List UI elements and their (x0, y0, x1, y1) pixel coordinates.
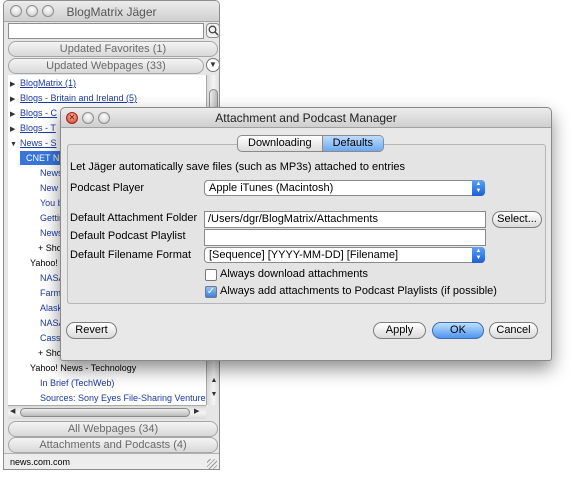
disclosure-triangle-icon[interactable]: ▶ (10, 78, 20, 92)
podcast-manager-dialog: ✕ Attachment and Podcast Manager Downloa… (60, 107, 552, 361)
scroll-left-arrow-icon[interactable]: ◀ (10, 407, 15, 415)
always-add-checkbox[interactable]: ✓ (205, 286, 217, 298)
status-url: news.com.com (10, 457, 71, 467)
status-bar: news.com.com (4, 453, 219, 469)
apply-button[interactable]: Apply (373, 322, 426, 339)
attachment-folder-field[interactable]: /Users/dgr/BlogMatrix/Attachments (204, 211, 486, 228)
tree-horizontal-scrollbar[interactable]: ◀ ▶ (8, 405, 206, 419)
attachment-folder-label: Default Attachment Folder (70, 212, 198, 224)
podcast-player-value: Apple iTunes (Macintosh) (209, 182, 334, 194)
tree-item-yahoo-technology[interactable]: Yahoo! News - Technology (30, 361, 136, 375)
podcast-player-label: Podcast Player (70, 182, 144, 194)
disclosure-triangle-open-icon[interactable]: ▼ (10, 138, 20, 152)
tree-item-news-s[interactable]: ▼ News - S (10, 136, 57, 150)
disclosure-triangle-icon[interactable]: ▶ (10, 108, 20, 122)
popup-arrows-icon: ▲ ▼ (472, 247, 485, 263)
playlist-field[interactable] (204, 229, 486, 246)
ok-button[interactable]: OK (432, 322, 484, 339)
tree-item-blogs-t[interactable]: ▶ Blogs - T (10, 121, 56, 135)
scroll-up-arrow-icon[interactable]: ▲ (209, 377, 219, 384)
playlist-label: Default Podcast Playlist (70, 230, 186, 242)
tree-item-blogs-britain[interactable]: ▶ Blogs - Britain and Ireland (5) (10, 91, 137, 105)
search-icon (208, 25, 219, 36)
tree-item-entry[interactable]: Alask (40, 301, 62, 315)
tree-item-entry[interactable]: Sources: Sony Eyes File-Sharing Venture … (40, 391, 206, 405)
group-attachments-podcasts[interactable]: Attachments and Podcasts (4) (8, 437, 218, 453)
group-updated-webpages[interactable]: Updated Webpages (33) (8, 58, 204, 74)
group-all-webpages[interactable]: All Webpages (34) (8, 421, 218, 437)
group-updated-favorites[interactable]: Updated Favorites (1) (8, 41, 218, 57)
tree-item-blogs-c[interactable]: ▶ Blogs - C (10, 106, 57, 120)
podcast-player-select[interactable]: Apple iTunes (Macintosh) ▲ ▼ (204, 180, 485, 196)
dialog-titlebar[interactable]: ✕ Attachment and Podcast Manager (61, 108, 551, 128)
scrollbar-thumb[interactable] (20, 408, 190, 417)
scroll-down-arrow-icon[interactable]: ▼ (209, 391, 219, 398)
popup-arrows-icon: ▲ ▼ (472, 180, 485, 196)
tab-bar: Downloading Defaults (237, 135, 384, 152)
main-window-titlebar[interactable]: BlogMatrix Jäger (4, 1, 219, 22)
filename-format-label: Default Filename Format (70, 249, 192, 261)
disclosure-triangle-icon[interactable]: ▶ (10, 123, 20, 137)
disclosure-triangle-icon[interactable]: ▶ (10, 93, 20, 107)
tab-downloading[interactable]: Downloading (238, 136, 322, 151)
chevron-down-icon[interactable]: ▼ (206, 58, 219, 72)
tree-item-entry[interactable]: In Brief (TechWeb) (40, 376, 114, 390)
always-download-checkbox[interactable] (205, 269, 217, 281)
search-input[interactable] (8, 23, 204, 39)
filename-format-value: [Sequence] [YYYY-MM-DD] [Filename] (209, 249, 399, 261)
resize-grip-icon[interactable] (207, 459, 217, 469)
intro-text: Let Jäger automatically save files (such… (70, 161, 406, 173)
main-window-title: BlogMatrix Jäger (66, 5, 157, 19)
defaults-panel: Let Jäger automatically save files (such… (67, 144, 546, 304)
always-download-label[interactable]: Always download attachments (220, 268, 368, 280)
revert-button[interactable]: Revert (66, 322, 117, 339)
scroll-right-arrow-icon[interactable]: ▶ (194, 407, 199, 415)
tree-item-blogmatrix[interactable]: ▶ BlogMatrix (1) (10, 76, 76, 90)
dialog-title: Attachment and Podcast Manager (215, 111, 397, 125)
cancel-button[interactable]: Cancel (489, 322, 538, 339)
always-add-label[interactable]: Always add attachments to Podcast Playli… (220, 285, 497, 297)
search-button[interactable] (206, 23, 219, 38)
tab-defaults[interactable]: Defaults (321, 136, 383, 151)
filename-format-select[interactable]: [Sequence] [YYYY-MM-DD] [Filename] ▲ ▼ (204, 247, 485, 263)
select-folder-button[interactable]: Select... (492, 211, 542, 228)
